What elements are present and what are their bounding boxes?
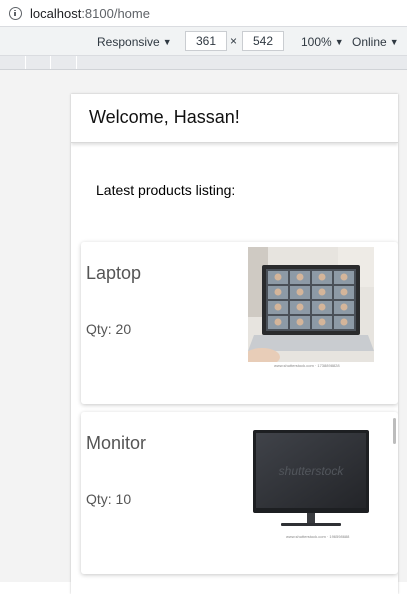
viewport-height-input[interactable]: 542 bbox=[242, 31, 284, 51]
device-select[interactable]: Responsive ▼ bbox=[97, 35, 172, 49]
device-select-label: Responsive bbox=[97, 35, 160, 49]
address-bar[interactable]: localhost:8100/home bbox=[0, 0, 407, 26]
url-host: localhost bbox=[30, 5, 82, 21]
caret-down-icon: ▼ bbox=[389, 37, 399, 47]
url-path: :8100/home bbox=[81, 5, 150, 21]
media-query-bar[interactable] bbox=[0, 56, 407, 70]
media-query-segment[interactable] bbox=[50, 56, 77, 69]
throttle-select-label: Online bbox=[352, 35, 387, 49]
product-name: Monitor bbox=[86, 433, 147, 453]
scrollbar-thumb[interactable] bbox=[393, 418, 396, 444]
site-info-icon[interactable] bbox=[9, 6, 22, 20]
media-query-segment[interactable] bbox=[25, 56, 51, 69]
app-screen: Welcome, Hassan! Latest products listing… bbox=[71, 94, 398, 594]
image-watermark: shutterstock bbox=[279, 464, 345, 478]
dimension-separator: × bbox=[230, 34, 238, 48]
emulated-viewport: Welcome, Hassan! Latest products listing… bbox=[0, 70, 407, 594]
product-qty: Qty: 20 bbox=[86, 321, 132, 337]
image-caption: www.shutterstock.com · 196598688 bbox=[286, 534, 350, 539]
zoom-select[interactable]: 100% ▼ bbox=[301, 35, 344, 49]
page-title: Welcome, Hassan! bbox=[89, 107, 240, 127]
image-caption: www.shutterstock.com · 1738898828 bbox=[274, 363, 340, 368]
zoom-select-label: 100% bbox=[301, 35, 332, 49]
viewport-width-input[interactable]: 361 bbox=[185, 31, 227, 51]
app-header: Welcome, Hassan! bbox=[71, 94, 398, 143]
monitor-image: shutterstock bbox=[248, 422, 374, 542]
product-card-monitor[interactable]: Monitor Qty: 10 shutterstock www.shutter… bbox=[81, 412, 398, 574]
caret-down-icon: ▼ bbox=[334, 37, 344, 47]
device-toolbar: Responsive ▼ 361 × 542 100% ▼ Online ▼ bbox=[0, 26, 407, 56]
product-card-laptop[interactable]: Laptop Qty: 20 www.shutterstock.com · 17… bbox=[81, 242, 398, 404]
product-qty: Qty: 10 bbox=[86, 491, 132, 507]
laptop-image bbox=[248, 247, 374, 371]
media-query-segment[interactable] bbox=[76, 56, 406, 69]
media-query-segment[interactable] bbox=[0, 56, 26, 69]
caret-down-icon: ▼ bbox=[162, 37, 172, 47]
listing-heading: Latest products listing: bbox=[96, 182, 236, 198]
throttle-select[interactable]: Online ▼ bbox=[352, 35, 399, 49]
product-name: Laptop bbox=[86, 263, 142, 283]
